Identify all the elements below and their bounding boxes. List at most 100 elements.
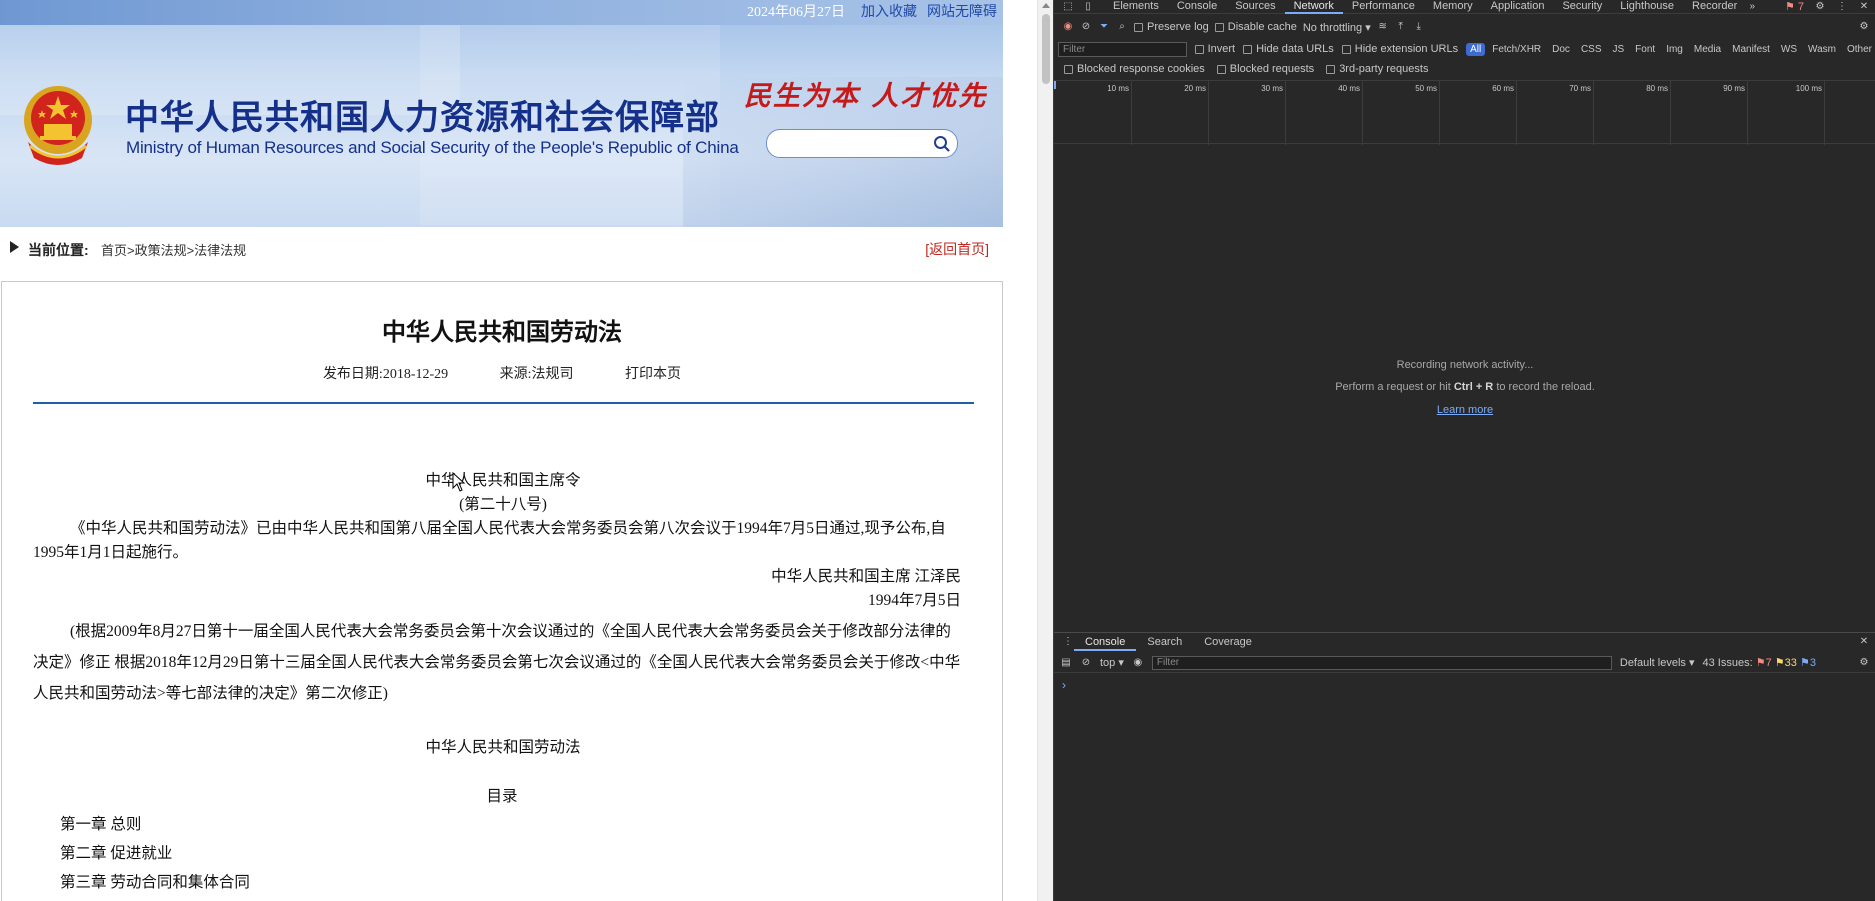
slogan: 民生为本 人才优先 xyxy=(744,81,988,112)
console-prompt-chevron-icon[interactable]: › xyxy=(1062,678,1066,692)
accessibility-link[interactable]: 网站无障碍 xyxy=(927,1,997,21)
timeline-tick-label: 20 ms xyxy=(1184,84,1206,93)
page-scrollbar[interactable] xyxy=(1037,0,1053,901)
filter-type-font[interactable]: Font xyxy=(1631,43,1659,56)
print-link[interactable]: 打印本页 xyxy=(625,367,681,382)
drawer-tab-console[interactable]: Console xyxy=(1074,633,1137,651)
filter-type-img[interactable]: Img xyxy=(1662,43,1687,56)
console-sidebar-icon[interactable]: ▤ xyxy=(1060,657,1072,669)
drawer-tab-search[interactable]: Search xyxy=(1136,633,1193,651)
tab-network[interactable]: Network xyxy=(1284,0,1343,14)
console-filter-input[interactable]: Filter xyxy=(1151,655,1612,670)
network-settings-gear-icon[interactable]: ⚙ xyxy=(1858,21,1870,33)
timeline-tick: 90 ms xyxy=(1723,81,1748,145)
filter-type-other[interactable]: Other xyxy=(1843,43,1875,56)
order-number: (第二十八号) xyxy=(459,496,547,513)
triangle-right-icon xyxy=(10,241,19,253)
header-top-links: 2024年06月27日 加入收藏 网站无障碍 xyxy=(747,0,997,22)
record-hint-text: Perform a request or hit xyxy=(1335,381,1451,393)
disable-cache-label: Disable cache xyxy=(1227,21,1297,33)
filter-type-all[interactable]: All xyxy=(1466,42,1486,56)
blocked-requests-label: Blocked requests xyxy=(1229,63,1315,75)
import-har-icon[interactable]: ⤒ xyxy=(1395,21,1407,33)
filter-type-js[interactable]: JS xyxy=(1609,43,1629,56)
invert-label: Invert xyxy=(1207,43,1236,55)
close-drawer-icon[interactable]: ✕ xyxy=(1858,636,1870,648)
gear-icon[interactable]: ⚙ xyxy=(1814,1,1826,13)
web-page: 2024年06月27日 加入收藏 网站无障碍 中华人民共和国人力资源和社会保障部… xyxy=(0,0,1037,901)
filter-type-ws[interactable]: WS xyxy=(1777,43,1801,56)
network-blocking-options: Blocked response cookies Blocked request… xyxy=(1054,61,1875,77)
blocked-cookies-checkbox[interactable]: Blocked response cookies xyxy=(1064,63,1205,75)
timeline-tick-label: 60 ms xyxy=(1492,84,1514,93)
kebab-menu-icon[interactable]: ⋮ xyxy=(1836,1,1848,13)
tab-performance[interactable]: Performance xyxy=(1343,0,1424,14)
tab-lighthouse[interactable]: Lighthouse xyxy=(1611,0,1683,14)
throttling-select[interactable]: No throttling ▾ xyxy=(1303,21,1371,34)
record-icon[interactable]: ◉ xyxy=(1062,21,1074,33)
more-tabs-icon[interactable]: » xyxy=(1746,1,1758,13)
clear-console-icon[interactable]: ⊘ xyxy=(1080,657,1092,669)
search-icon[interactable] xyxy=(933,135,951,153)
scroll-up-arrow-icon[interactable] xyxy=(1042,3,1050,8)
error-issues-count: ⚑7 xyxy=(1755,657,1772,669)
invert-checkbox[interactable]: Invert xyxy=(1194,43,1236,55)
preserve-log-checkbox[interactable]: Preserve log xyxy=(1134,21,1209,33)
drawer-menu-icon[interactable]: ⋮ xyxy=(1062,636,1074,648)
filter-type-css[interactable]: CSS xyxy=(1577,43,1606,56)
search-input[interactable] xyxy=(779,134,929,154)
filter-icon[interactable]: ⏷ xyxy=(1098,21,1110,33)
inspect-element-icon[interactable]: ⬚ xyxy=(1062,1,1074,13)
third-party-label: 3rd-party requests xyxy=(1339,63,1429,75)
search-icon[interactable]: ⌕ xyxy=(1116,21,1128,33)
console-drawer: ⋮ Console Search Coverage ✕ ▤ ⊘ top ▾ ◉ … xyxy=(1054,632,1875,901)
add-favorite-link[interactable]: 加入收藏 xyxy=(861,1,917,21)
ministry-title-cn: 中华人民共和国人力资源和社会保障部 xyxy=(125,98,720,138)
article-source: 来源:法规司 xyxy=(499,367,574,382)
scrollbar-thumb[interactable] xyxy=(1042,14,1050,84)
hide-extension-urls-checkbox[interactable]: Hide extension URLs xyxy=(1341,43,1458,55)
blocked-requests-checkbox[interactable]: Blocked requests xyxy=(1216,63,1315,75)
hide-data-urls-checkbox[interactable]: Hide data URLs xyxy=(1243,43,1334,55)
close-icon[interactable]: ✕ xyxy=(1858,1,1870,13)
timeline-tick: 10 ms xyxy=(1107,81,1132,145)
drawer-tab-bar: ⋮ Console Search Coverage ✕ xyxy=(1054,633,1875,651)
breadcrumb-path[interactable]: 首页>政策法规>法律法规 xyxy=(101,240,246,259)
disable-cache-checkbox[interactable]: Disable cache xyxy=(1214,21,1297,33)
live-expression-eye-icon[interactable]: ◉ xyxy=(1132,657,1144,669)
network-filter-input[interactable]: Filter xyxy=(1058,41,1187,57)
filter-type-media[interactable]: Media xyxy=(1690,43,1725,56)
tab-memory[interactable]: Memory xyxy=(1424,0,1482,14)
tab-application[interactable]: Application xyxy=(1482,0,1554,14)
tab-recorder[interactable]: Recorder xyxy=(1683,0,1746,14)
filter-type-doc[interactable]: Doc xyxy=(1548,43,1574,56)
clear-icon[interactable]: ⊘ xyxy=(1080,21,1092,33)
error-issues-value: 7 xyxy=(1765,657,1772,669)
timeline-tick: 20 ms xyxy=(1184,81,1209,145)
issues-badge[interactable]: ⚑ 7 xyxy=(1785,0,1804,13)
console-settings-gear-icon[interactable]: ⚙ xyxy=(1858,657,1870,669)
timeline-tick: 70 ms xyxy=(1569,81,1594,145)
tab-security[interactable]: Security xyxy=(1553,0,1611,14)
ministry-title-en: Ministry of Human Resources and Social S… xyxy=(126,138,739,157)
back-home-link[interactable]: [返回首页] xyxy=(925,239,989,259)
issues-summary[interactable]: 43 Issues: ⚑7 ⚑33 ⚑3 xyxy=(1703,656,1816,669)
tab-elements[interactable]: Elements xyxy=(1104,0,1168,14)
timeline-tick-label: 100 ms xyxy=(1795,84,1822,93)
filter-type-fetch-xhr[interactable]: Fetch/XHR xyxy=(1488,43,1545,56)
tab-console[interactable]: Console xyxy=(1168,0,1226,14)
third-party-checkbox[interactable]: 3rd-party requests xyxy=(1326,63,1428,75)
filter-type-manifest[interactable]: Manifest xyxy=(1728,43,1774,56)
network-conditions-icon[interactable]: ≋ xyxy=(1377,21,1389,33)
export-har-icon[interactable]: ⤓ xyxy=(1413,21,1425,33)
title-divider xyxy=(33,402,974,404)
drawer-tab-coverage[interactable]: Coverage xyxy=(1193,633,1263,651)
tab-sources[interactable]: Sources xyxy=(1226,0,1284,14)
header-date: 2024年06月27日 xyxy=(747,5,845,20)
network-overview-timeline[interactable]: 10 ms 20 ms 30 ms 40 ms 50 ms 60 ms 70 m… xyxy=(1054,80,1875,145)
context-select[interactable]: top ▾ xyxy=(1100,656,1124,669)
log-levels-select[interactable]: Default levels ▾ xyxy=(1620,656,1695,669)
learn-more-link[interactable]: Learn more xyxy=(1437,404,1493,416)
filter-type-wasm[interactable]: Wasm xyxy=(1804,43,1840,56)
device-toolbar-icon[interactable]: ▯ xyxy=(1082,1,1094,13)
